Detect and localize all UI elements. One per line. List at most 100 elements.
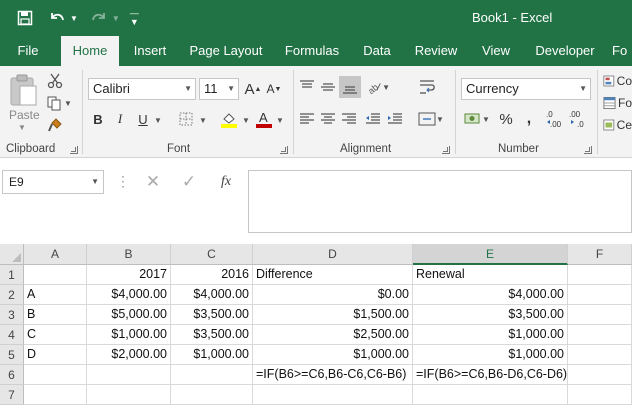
bottom-align-icon[interactable] (339, 76, 361, 98)
row-header-6[interactable]: 6 (0, 365, 24, 385)
cell-c1[interactable]: 2016 (171, 265, 253, 285)
tab-data[interactable]: Data (356, 36, 398, 66)
tab-home[interactable]: Home (61, 36, 119, 66)
underline-dropdown-icon[interactable]: ▼ (154, 116, 162, 125)
percent-style-button[interactable]: % (497, 108, 515, 130)
row-header-5[interactable]: 5 (0, 345, 24, 365)
cell-c2[interactable]: $4,000.00 (171, 285, 253, 305)
align-center-icon[interactable] (319, 110, 337, 128)
row-header-3[interactable]: 3 (0, 305, 24, 325)
confirm-entry-icon[interactable]: ✓ (178, 172, 200, 192)
cell-e2[interactable]: $4,000.00 (413, 285, 568, 305)
accounting-format-icon[interactable]: ▼ (462, 108, 492, 130)
cell-e5[interactable]: $1,000.00 (413, 345, 568, 365)
conditional-formatting-button[interactable]: Co (603, 72, 632, 90)
number-format-select[interactable]: Currency ▼ (461, 78, 591, 100)
cell-d5[interactable]: $1,000.00 (253, 345, 413, 365)
copy-icon[interactable]: ▼ (44, 94, 74, 112)
bold-button[interactable]: B (89, 108, 107, 130)
font-name-select[interactable]: Calibri ▼ (88, 78, 196, 100)
formula-input[interactable] (248, 170, 632, 233)
column-header-b[interactable]: B (87, 244, 171, 265)
cell-c4[interactable]: $3,500.00 (171, 325, 253, 345)
cell-b1[interactable]: 2017 (87, 265, 171, 285)
row-header-2[interactable]: 2 (0, 285, 24, 305)
format-painter-icon[interactable] (44, 116, 66, 134)
tab-view[interactable]: View (474, 36, 518, 66)
cancel-entry-icon[interactable]: ✕ (142, 172, 164, 192)
cell-e4[interactable]: $1,000.00 (413, 325, 568, 345)
cut-icon[interactable] (44, 72, 66, 90)
borders-dropdown-icon[interactable]: ▼ (199, 116, 207, 125)
cell-f1[interactable] (568, 265, 632, 285)
undo-dropdown-icon[interactable]: ▼ (70, 14, 78, 23)
decrease-font-size-button[interactable]: A ▼ (265, 78, 283, 100)
cell-f4[interactable] (568, 325, 632, 345)
cell-c5[interactable]: $1,000.00 (171, 345, 253, 365)
increase-indent-icon[interactable] (385, 110, 405, 128)
cell-styles-button[interactable]: Ce (603, 116, 632, 134)
clipboard-launcher-icon[interactable] (70, 146, 78, 154)
cell-b3[interactable]: $5,000.00 (87, 305, 171, 325)
decrease-decimal-icon[interactable]: .00.0 (568, 106, 590, 132)
insert-function-button[interactable]: fx (214, 172, 238, 192)
align-right-icon[interactable] (340, 110, 358, 128)
paste-dropdown-icon[interactable]: ▼ (18, 123, 26, 132)
cell-b2[interactable]: $4,000.00 (87, 285, 171, 305)
font-color-dropdown-icon[interactable]: ▼ (276, 116, 284, 125)
column-header-c[interactable]: C (171, 244, 253, 265)
cell-a7[interactable] (24, 385, 87, 405)
cell-e6[interactable]: =IF(B6>=C6,B6-D6,C6-D6) (413, 365, 568, 385)
cell-e3[interactable]: $3,500.00 (413, 305, 568, 325)
borders-icon[interactable] (175, 108, 197, 130)
cell-d2[interactable]: $0.00 (253, 285, 413, 305)
cell-d6[interactable]: =IF(B6>=C6,B6-C6,C6-B6) (253, 365, 413, 385)
tab-format-truncated[interactable]: Fo (606, 36, 632, 66)
column-header-a[interactable]: A (24, 244, 87, 265)
redo-dropdown-icon[interactable]: ▼ (112, 14, 120, 23)
align-left-icon[interactable] (298, 110, 316, 128)
cell-d4[interactable]: $2,500.00 (253, 325, 413, 345)
alignment-launcher-icon[interactable] (442, 146, 450, 154)
column-header-d[interactable]: D (253, 244, 413, 265)
cell-a5[interactable]: D (24, 345, 87, 365)
comma-style-icon[interactable]: , (518, 108, 540, 130)
cell-b5[interactable]: $2,000.00 (87, 345, 171, 365)
select-all-button[interactable] (0, 244, 24, 265)
customize-qat-icon[interactable]: — ▼ (130, 9, 139, 27)
cell-b6[interactable] (87, 365, 171, 385)
cell-e7[interactable] (413, 385, 568, 405)
tab-insert[interactable]: Insert (126, 36, 174, 66)
chevron-down-icon[interactable]: ▼ (91, 171, 99, 193)
row-header-7[interactable]: 7 (0, 385, 24, 405)
font-color-icon[interactable]: A (254, 108, 274, 130)
format-as-table-button[interactable]: Fo (603, 94, 632, 112)
increase-decimal-icon[interactable]: .0.00 (545, 106, 567, 132)
cell-a6[interactable] (24, 365, 87, 385)
decrease-indent-icon[interactable] (363, 110, 383, 128)
orientation-icon[interactable]: ab ▼ (366, 78, 390, 96)
underline-button[interactable]: U (134, 108, 152, 130)
cell-a2[interactable]: A (24, 285, 87, 305)
cell-f2[interactable] (568, 285, 632, 305)
merge-center-icon[interactable]: ▼ (416, 110, 446, 128)
column-header-f[interactable]: F (568, 244, 632, 265)
top-align-icon[interactable] (298, 78, 316, 96)
cell-f7[interactable] (568, 385, 632, 405)
cell-f5[interactable] (568, 345, 632, 365)
fill-color-icon[interactable] (218, 108, 240, 130)
paste-icon[interactable] (6, 70, 40, 110)
cell-c6[interactable] (171, 365, 253, 385)
tab-file[interactable]: File (8, 36, 48, 66)
cell-c7[interactable] (171, 385, 253, 405)
tab-page-layout[interactable]: Page Layout (186, 36, 266, 66)
tab-developer[interactable]: Developer (530, 36, 600, 66)
increase-font-size-button[interactable]: A ▲ (244, 78, 262, 100)
cell-f3[interactable] (568, 305, 632, 325)
cell-e1[interactable]: Renewal (413, 265, 568, 285)
save-icon[interactable] (14, 7, 36, 29)
cell-b7[interactable] (87, 385, 171, 405)
redo-icon[interactable] (88, 7, 110, 29)
font-launcher-icon[interactable] (280, 146, 288, 154)
wrap-text-icon[interactable] (416, 76, 438, 98)
